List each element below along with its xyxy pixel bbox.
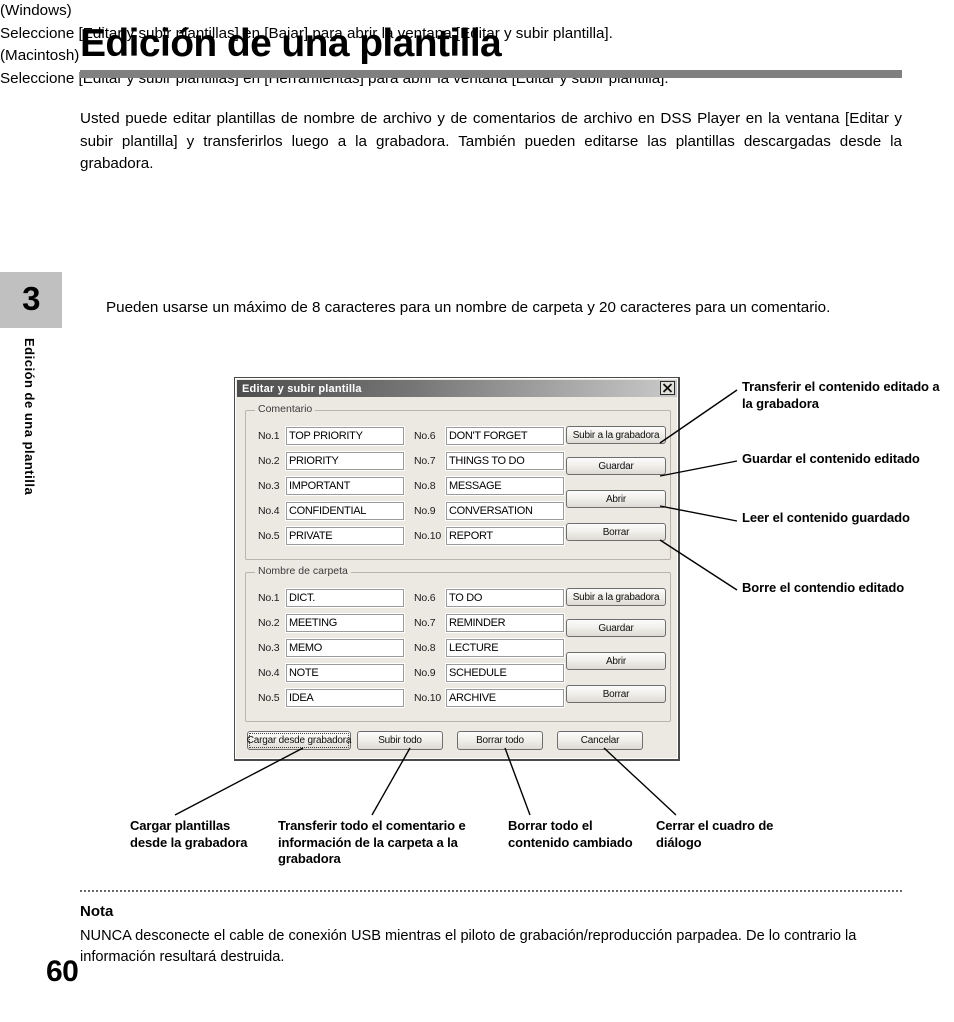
dialog-borrar-todo-button[interactable]: Borrar todo: [457, 731, 543, 750]
template-field-row: No.2 MEETING: [258, 614, 404, 632]
callout-transfer-to-recorder: Transferir el contenido editado a la gra…: [742, 379, 940, 411]
callout-save-content: Guardar el contenido editado: [742, 451, 920, 466]
template-text-input[interactable]: NOTE: [286, 664, 404, 682]
page-number: 60: [46, 955, 79, 988]
template-field-row: No.9 CONVERSATION: [414, 502, 564, 520]
field-number-label: No.4: [258, 667, 280, 679]
field-number-label: No.2: [258, 455, 280, 467]
field-number-label: No.4: [258, 505, 280, 517]
limits-paragraph: Pueden usarse un máximo de 8 caracteres …: [106, 299, 831, 316]
template-field-row: No.1 TOP PRIORITY: [258, 427, 404, 445]
template-text-input[interactable]: IMPORTANT: [286, 477, 404, 495]
template-field-row: No.7 THINGS TO DO: [414, 452, 564, 470]
template-field-row: No.4 CONFIDENTIAL: [258, 502, 404, 520]
field-number-label: No.5: [258, 530, 280, 542]
chapter-number: 3: [22, 280, 40, 317]
chapter-vertical-title: Edición de una plantilla: [22, 338, 37, 496]
field-number-label: No.2: [258, 617, 280, 629]
template-field-row: No.1 DICT.: [258, 589, 404, 607]
template-text-input[interactable]: TO DO: [446, 589, 564, 607]
field-number-label: No.7: [414, 455, 436, 467]
template-field-row: No.9 SCHEDULE: [414, 664, 564, 682]
dialog-cargar-desde-grabadora-button[interactable]: Cargar desde grabadora: [247, 731, 351, 750]
callout-delete-edited-content: Borre el contendio editado: [742, 580, 905, 595]
template-field-row: No.8 LECTURE: [414, 639, 564, 657]
callout-load-templates: Cargar plantillas desde la grabadora: [130, 818, 248, 850]
field-number-label: No.6: [414, 430, 436, 442]
template-text-input[interactable]: DICT.: [286, 589, 404, 607]
comment-subir-a-la-grabadora-button[interactable]: Subir a la grabadora: [566, 426, 666, 444]
template-text-input[interactable]: REPORT: [446, 527, 564, 545]
callout-read-saved-content: Leer el contenido guardado: [742, 510, 910, 525]
template-text-input[interactable]: MEETING: [286, 614, 404, 632]
callout-delete-all: Borrar todo el contenido cambiado: [508, 818, 633, 850]
field-number-label: No.8: [414, 642, 436, 654]
comment-group: Comentario No.1 TOP PRIORITY No.2 PRIORITY N…: [245, 403, 671, 560]
template-text-input[interactable]: MEMO: [286, 639, 404, 657]
field-number-label: No.3: [258, 480, 280, 492]
comment-abrir-button[interactable]: Abrir: [566, 490, 666, 508]
template-text-input[interactable]: CONVERSATION: [446, 502, 564, 520]
folder-subir-a-la-grabadora-button[interactable]: Subir a la grabadora: [566, 588, 666, 606]
template-text-input[interactable]: THINGS TO DO: [446, 452, 564, 470]
folder-group-legend: Nombre de carpeta: [255, 565, 351, 577]
template-field-row: No.5 IDEA: [258, 689, 404, 707]
field-number-label: No.9: [414, 505, 436, 517]
field-number-label: No.1: [258, 592, 280, 604]
template-text-input[interactable]: MESSAGE: [446, 477, 564, 495]
template-text-input[interactable]: SCHEDULE: [446, 664, 564, 682]
windows-heading: (Windows): [0, 2, 72, 19]
template-text-input[interactable]: PRIORITY: [286, 452, 404, 470]
note-separator: [80, 890, 902, 892]
template-text-input[interactable]: TOP PRIORITY: [286, 427, 404, 445]
template-field-row: No.3 IMPORTANT: [258, 477, 404, 495]
close-icon[interactable]: [660, 381, 675, 395]
page-title: Edición de una plantilla: [80, 22, 502, 65]
comment-borrar-button[interactable]: Borrar: [566, 523, 666, 541]
folder-name-group: Nombre de carpeta No.1 DICT. No.2 MEETING No…: [245, 565, 671, 722]
field-number-label: No.5: [258, 692, 280, 704]
template-text-input[interactable]: LECTURE: [446, 639, 564, 657]
template-field-row: No.6 DON'T FORGET: [414, 427, 564, 445]
dialog-titlebar[interactable]: Editar y subir plantilla: [237, 380, 677, 397]
note-title: Nota: [80, 903, 114, 920]
template-field-row: No.10 ARCHIVE: [414, 689, 564, 707]
template-field-row: No.5 PRIVATE: [258, 527, 404, 545]
callout-close-dialog: Cerrar el cuadro de diálogo: [656, 818, 774, 850]
template-text-input[interactable]: REMINDER: [446, 614, 564, 632]
template-field-row: No.3 MEMO: [258, 639, 404, 657]
dialog-cancelar-button[interactable]: Cancelar: [557, 731, 643, 750]
field-number-label: No.9: [414, 667, 436, 679]
template-field-row: No.7 REMINDER: [414, 614, 564, 632]
template-field-row: No.8 MESSAGE: [414, 477, 564, 495]
field-number-label: No.10: [414, 692, 442, 704]
template-text-input[interactable]: ARCHIVE: [446, 689, 564, 707]
field-number-label: No.10: [414, 530, 442, 542]
template-text-input[interactable]: PRIVATE: [286, 527, 404, 545]
template-field-row: No.2 PRIORITY: [258, 452, 404, 470]
comment-group-legend: Comentario: [255, 403, 316, 415]
comment-guardar-button[interactable]: Guardar: [566, 457, 666, 475]
field-number-label: No.1: [258, 430, 280, 442]
field-number-label: No.7: [414, 617, 436, 629]
field-number-label: No.6: [414, 592, 436, 604]
folder-borrar-button[interactable]: Borrar: [566, 685, 666, 703]
template-text-input[interactable]: IDEA: [286, 689, 404, 707]
callout-transfer-all: Transferir todo el comentario e informac…: [278, 818, 466, 866]
field-number-label: No.8: [414, 480, 436, 492]
field-number-label: No.3: [258, 642, 280, 654]
dialog-title: Editar y subir plantilla: [242, 382, 362, 395]
template-text-input[interactable]: CONFIDENTIAL: [286, 502, 404, 520]
note-text: NUNCA desconecte el cable de conexión US…: [80, 928, 857, 965]
template-text-input[interactable]: DON'T FORGET: [446, 427, 564, 445]
template-field-row: No.10 REPORT: [414, 527, 564, 545]
folder-abrir-button[interactable]: Abrir: [566, 652, 666, 670]
folder-guardar-button[interactable]: Guardar: [566, 619, 666, 637]
template-field-row: No.6 TO DO: [414, 589, 564, 607]
intro-paragraph: Usted puede editar plantillas de nombre …: [80, 110, 902, 172]
template-field-row: No.4 NOTE: [258, 664, 404, 682]
edit-upload-template-dialog: Editar y subir plantilla Comentario No.1…: [234, 377, 680, 761]
dialog-subir-todo-button[interactable]: Subir todo: [357, 731, 443, 750]
title-rule: [80, 70, 902, 78]
